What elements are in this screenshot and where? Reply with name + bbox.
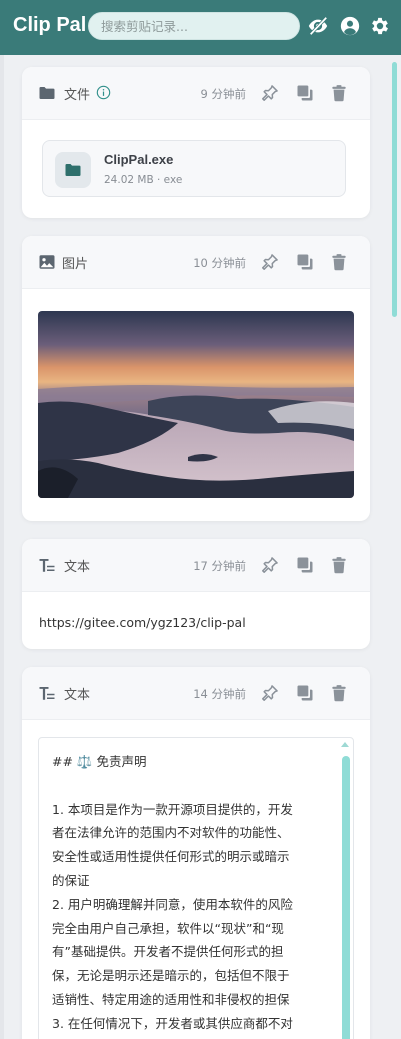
search-input[interactable] <box>88 12 300 40</box>
folder-icon <box>38 84 56 102</box>
type-label: 文本 <box>64 688 91 703</box>
text-line: 安全性或适用性提供任何形式的明示或暗示 <box>52 849 290 865</box>
card-header: 文本 17 分钟前 <box>22 539 370 592</box>
trash-icon[interactable] <box>329 555 349 575</box>
left-edge <box>0 55 4 1039</box>
gear-icon[interactable] <box>369 15 391 37</box>
scroll-up-arrow-icon[interactable] <box>341 742 349 747</box>
text-line: 保，无论是明示还是暗示的，包括但不限于 <box>52 968 290 984</box>
card-header: 文本 14 分钟前 <box>22 667 370 720</box>
type-label: 文件 <box>64 88 91 103</box>
app-header: Clip Pal <box>0 0 401 55</box>
text-line: 者在法律允许的范围内不对软件的功能性、 <box>52 825 290 841</box>
copy-icon[interactable] <box>295 252 315 272</box>
text-lines: ## ⚖️ 免责声明 1. 本项目是作为一款开源项目提供的，开发 者在法律允许的… <box>52 750 332 1036</box>
pin-icon[interactable] <box>260 252 280 272</box>
copy-icon[interactable] <box>295 683 315 703</box>
trash-icon[interactable] <box>329 83 349 103</box>
user-icon[interactable] <box>339 15 361 37</box>
image-icon <box>38 253 56 271</box>
file-meta: 24.02 MB · exe <box>104 174 183 186</box>
clip-card-text[interactable]: 文本 17 分钟前 https://gitee.com/ygz123/clip-… <box>22 539 370 649</box>
eye-slash-icon[interactable] <box>307 15 329 37</box>
pin-icon[interactable] <box>260 683 280 703</box>
text-line: 3. 在任何情况下，开发者或其供应商都不对 <box>52 1015 293 1031</box>
trash-icon[interactable] <box>329 252 349 272</box>
pin-icon[interactable] <box>260 555 280 575</box>
text-line: 有”基础提供。开发者不提供任何形式的担 <box>52 944 284 960</box>
main-scrollbar[interactable] <box>392 62 397 317</box>
clip-text-content[interactable]: https://gitee.com/ygz123/clip-pal <box>39 615 246 630</box>
text-line: ## ⚖️ 免责声明 <box>52 754 147 769</box>
file-name: ClipPal.exe <box>104 152 174 167</box>
clip-text-area[interactable]: ## ⚖️ 免责声明 1. 本项目是作为一款开源项目提供的，开发 者在法律允许的… <box>38 737 354 1039</box>
file-attachment[interactable]: ClipPal.exe 24.02 MB · exe <box>42 140 346 197</box>
text-icon <box>38 556 56 574</box>
text-line: 适销性、特定用途的适用性和非侵权的担保 <box>52 991 290 1007</box>
timestamp: 14 分钟前 <box>193 687 246 701</box>
card-header: 文件 9 分钟前 <box>22 67 370 120</box>
trash-icon[interactable] <box>329 683 349 703</box>
copy-icon[interactable] <box>295 555 315 575</box>
type-label: 图片 <box>62 257 89 272</box>
copy-icon[interactable] <box>295 83 315 103</box>
timestamp: 17 分钟前 <box>193 559 246 573</box>
text-line: 2. 用户明确理解并同意，使用本软件的风险 <box>52 896 293 912</box>
textarea-scrollbar[interactable] <box>342 756 350 1039</box>
text-icon <box>38 684 56 702</box>
folder-icon <box>55 152 91 188</box>
info-icon[interactable] <box>96 85 111 100</box>
text-line: 1. 本项目是作为一款开源项目提供的，开发 <box>52 801 293 817</box>
text-line: 的保证 <box>52 872 90 888</box>
clip-card-file[interactable]: 文件 9 分钟前 ClipPal.exe 24.02 MB · exe <box>22 67 370 218</box>
timestamp: 10 分钟前 <box>193 256 246 270</box>
clip-card-image[interactable]: 图片 10 分钟前 <box>22 236 370 521</box>
app-title: Clip Pal <box>13 14 87 36</box>
card-header: 图片 10 分钟前 <box>22 236 370 289</box>
text-line <box>52 774 332 798</box>
type-label: 文本 <box>64 560 91 575</box>
pin-icon[interactable] <box>260 83 280 103</box>
clipboard-image-preview[interactable] <box>38 311 354 498</box>
timestamp: 9 分钟前 <box>200 87 246 101</box>
clip-card-text[interactable]: 文本 14 分钟前 ## ⚖️ 免责声明 1. 本项目是作为一款开源项目提供的，… <box>22 667 370 1039</box>
text-line: 完全由用户自己承担，软件以“现状”和“现 <box>52 920 284 936</box>
